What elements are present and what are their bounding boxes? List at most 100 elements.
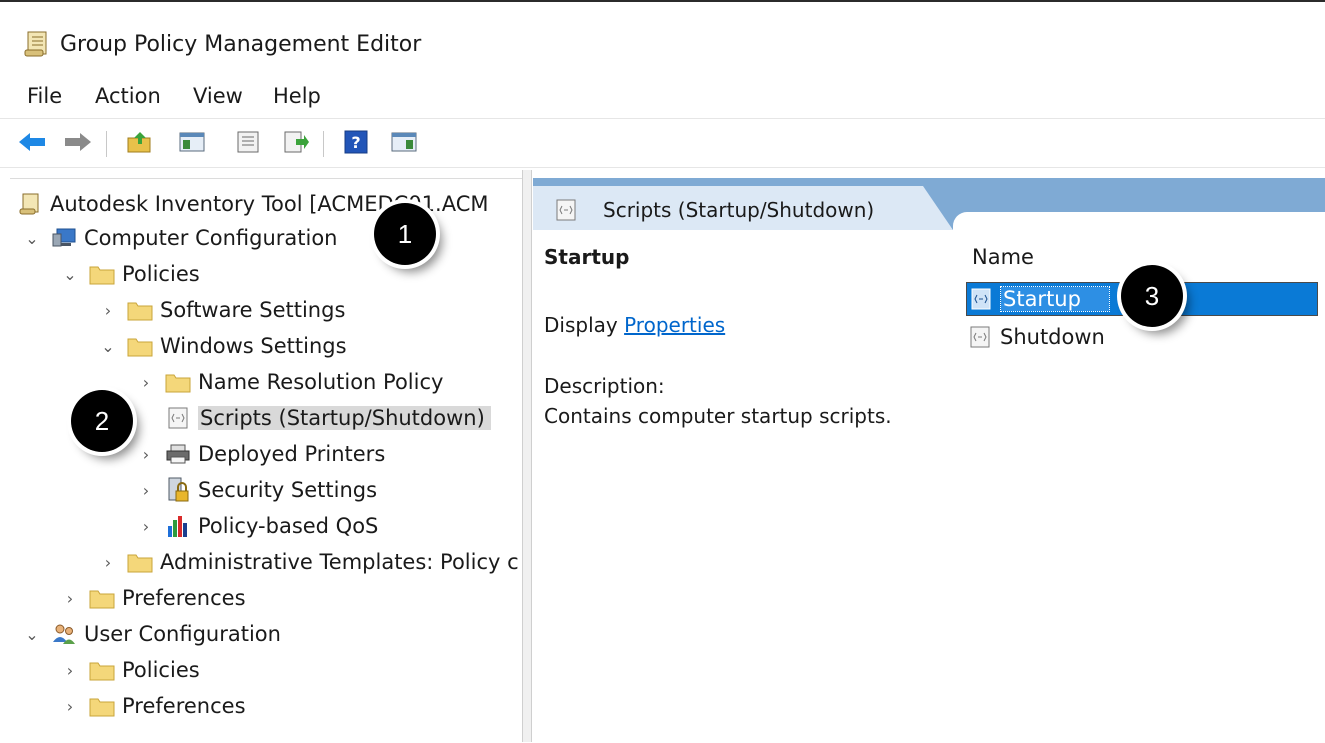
show-hide-action-pane-icon: [390, 130, 418, 158]
tree-computer-preferences[interactable]: › Preferences: [60, 581, 246, 615]
gpme-window: Group Policy Management Editor File Acti…: [0, 0, 1325, 743]
toolbar-separator: [106, 131, 107, 157]
tree-label: Computer Configuration: [84, 226, 338, 250]
tree-administrative-templates[interactable]: › Administrative Templates: Policy c: [98, 545, 519, 579]
tree-windows-settings[interactable]: ⌄ Windows Settings: [98, 329, 347, 363]
column-header-name[interactable]: Name: [972, 245, 1034, 269]
tree-label: Security Settings: [198, 478, 378, 502]
properties-link[interactable]: Properties: [624, 313, 725, 337]
tree-policies[interactable]: ⌄ Policies: [60, 257, 200, 291]
menu-bar: File Action View Help: [0, 80, 1325, 116]
printer-icon: [164, 442, 192, 466]
console-tree: Autodesk Inventory Tool [ACMEDC01.ACM ⌄ …: [10, 178, 522, 743]
display-label: Display: [544, 313, 618, 337]
show-hide-console-tree-button[interactable]: [176, 129, 208, 159]
tree-user-policies[interactable]: › Policies: [60, 653, 200, 687]
chevron-down-icon[interactable]: ⌄: [22, 625, 42, 644]
description-label: Description:: [544, 374, 665, 398]
menu-action[interactable]: Action: [95, 84, 161, 108]
chevron-right-icon[interactable]: ›: [136, 445, 156, 464]
folder-icon: [126, 298, 154, 322]
tree-label: Policies: [122, 658, 200, 682]
tree-label: Scripts (Startup/Shutdown): [198, 406, 491, 430]
folder-icon: [126, 334, 154, 358]
computer-icon: [50, 226, 78, 250]
title-bar: Group Policy Management Editor: [0, 4, 1325, 72]
menu-file[interactable]: File: [27, 84, 62, 108]
chevron-right-icon[interactable]: ›: [136, 373, 156, 392]
list-item-label: Startup: [1000, 286, 1110, 312]
tree-label: User Configuration: [84, 622, 281, 646]
policy-scroll-icon: [16, 192, 44, 216]
chevron-right-icon[interactable]: ›: [136, 517, 156, 536]
forward-button[interactable]: [62, 129, 94, 159]
header-divider: [953, 212, 1325, 230]
list-item-shutdown[interactable]: Shutdown: [966, 320, 1105, 354]
display-properties: Display Properties: [544, 313, 725, 337]
chevron-down-icon[interactable]: ⌄: [98, 337, 118, 356]
tree-name-resolution-policy[interactable]: › Name Resolution Policy: [136, 365, 444, 399]
gpme-app-icon: [22, 30, 50, 62]
callout-3: 3: [1121, 265, 1183, 327]
folder-icon: [88, 586, 116, 610]
up-one-level-button[interactable]: [124, 129, 156, 159]
help-button[interactable]: ?: [340, 129, 372, 159]
folder-icon: [164, 370, 192, 394]
tree-user-preferences[interactable]: › Preferences: [60, 689, 246, 723]
script-icon: [555, 198, 577, 226]
tree-user-configuration[interactable]: ⌄ User Configuration: [22, 617, 281, 651]
callout-1: 1: [374, 203, 436, 265]
description-panel: Startup Display Properties Description: …: [533, 230, 933, 742]
chevron-right-icon[interactable]: ›: [60, 697, 80, 716]
menu-view[interactable]: View: [193, 84, 243, 108]
help-icon: ?: [343, 129, 369, 159]
details-pane: Scripts (Startup/Shutdown) Startup Displ…: [533, 178, 1325, 742]
back-button[interactable]: [16, 129, 48, 159]
security-lock-icon: [164, 477, 192, 502]
menu-help[interactable]: Help: [273, 84, 321, 108]
tree-label: Software Settings: [160, 298, 346, 322]
tree-deployed-printers[interactable]: › Deployed Printers: [136, 437, 385, 471]
tree-label: Preferences: [122, 694, 246, 718]
tree-scripts-startup-shutdown[interactable]: Scripts (Startup/Shutdown): [136, 401, 491, 435]
chevron-right-icon[interactable]: ›: [60, 589, 80, 608]
section-title: Startup: [544, 245, 630, 269]
extended-view-header: Scripts (Startup/Shutdown): [533, 178, 1325, 230]
folder-icon: [88, 694, 116, 718]
properties-button[interactable]: [232, 129, 264, 159]
tree-security-settings[interactable]: › Security Settings: [136, 473, 377, 507]
folder-icon: [88, 658, 116, 682]
chevron-right-icon[interactable]: ›: [98, 301, 118, 320]
tree-computer-configuration[interactable]: ⌄ Computer Configuration: [22, 221, 338, 255]
tree-software-settings[interactable]: › Software Settings: [98, 293, 346, 327]
script-icon: [164, 406, 192, 430]
callout-2: 2: [71, 390, 133, 452]
tree-label: Windows Settings: [160, 334, 347, 358]
pane-splitter[interactable]: [522, 170, 532, 742]
folder-icon: [126, 550, 154, 574]
chevron-down-icon[interactable]: ⌄: [60, 265, 80, 284]
chevron-right-icon[interactable]: ›: [136, 481, 156, 500]
list-item-label: Shutdown: [1000, 325, 1105, 349]
forward-icon: [63, 131, 93, 157]
export-list-icon: [282, 130, 310, 158]
script-icon: [966, 325, 994, 349]
tree-label: Policies: [122, 262, 200, 286]
tree-label: Name Resolution Policy: [198, 370, 444, 394]
svg-text:?: ?: [351, 133, 360, 152]
toolbar: ?: [0, 118, 1325, 168]
toolbar-separator: [323, 131, 324, 157]
window-title: Group Policy Management Editor: [60, 32, 422, 57]
folder-icon: [88, 262, 116, 286]
chevron-right-icon[interactable]: ›: [98, 553, 118, 572]
show-hide-console-tree-icon: [178, 130, 206, 158]
export-list-button[interactable]: [280, 129, 312, 159]
users-icon: [50, 622, 78, 646]
show-hide-action-pane-button[interactable]: [388, 129, 420, 159]
chevron-down-icon[interactable]: ⌄: [22, 229, 42, 248]
chevron-right-icon[interactable]: ›: [60, 661, 80, 680]
tree-policy-based-qos[interactable]: › Policy-based QoS: [136, 509, 379, 543]
back-icon: [17, 131, 47, 157]
up-folder-icon: [126, 130, 154, 158]
details-header-title: Scripts (Startup/Shutdown): [603, 198, 875, 222]
